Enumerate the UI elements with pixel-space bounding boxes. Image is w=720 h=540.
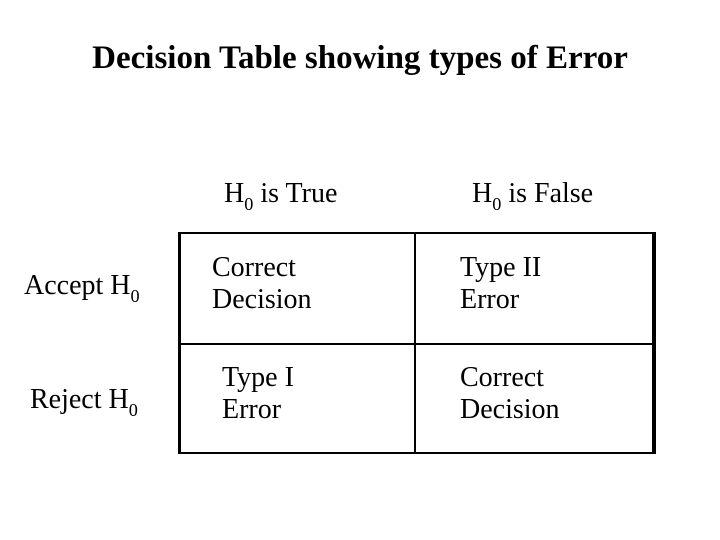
cell-accept-false: Type IIError	[460, 252, 541, 316]
cell-accept-true: CorrectDecision	[212, 252, 312, 316]
cell-reject-true: Type IError	[222, 362, 294, 426]
row-header-reject: Reject H0	[30, 384, 138, 420]
decision-table-divider-h	[178, 343, 656, 345]
col-header-h0-false: H0 is False	[472, 178, 593, 214]
page-title: Decision Table showing types of Error	[0, 40, 720, 77]
cell-reject-false: CorrectDecision	[460, 362, 560, 426]
row-header-accept: Accept H0	[24, 270, 140, 306]
col-header-h0-true: H0 is True	[224, 178, 337, 214]
